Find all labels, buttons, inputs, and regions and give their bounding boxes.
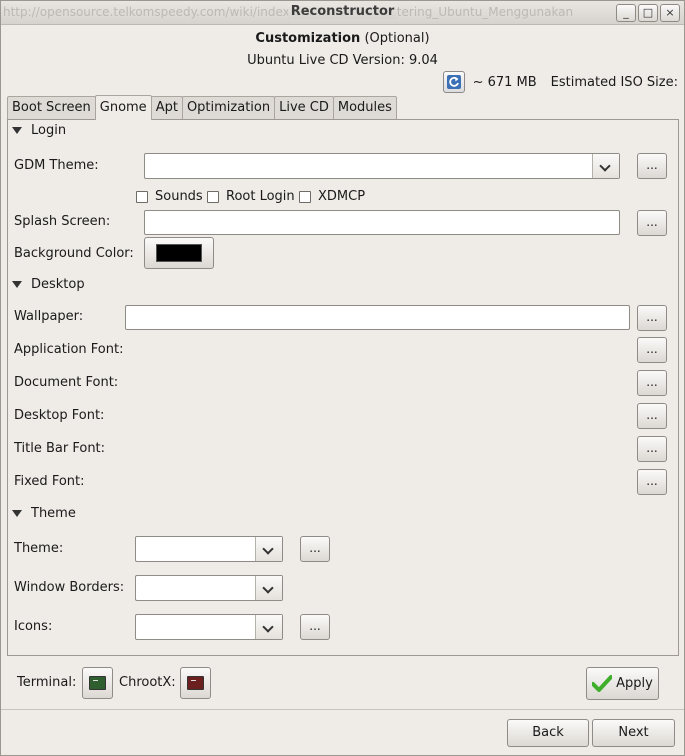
- theme-browse-button[interactable]: ...: [300, 536, 330, 562]
- wallpaper-label: Wallpaper:: [14, 309, 84, 324]
- minimize-button[interactable]: _: [616, 4, 636, 22]
- terminal-button[interactable]: [82, 667, 113, 699]
- tab-optimization[interactable]: Optimization: [181, 96, 276, 120]
- terminal-icon: [89, 676, 106, 690]
- tab-boot-screen[interactable]: Boot Screen: [7, 96, 96, 120]
- theme-combo[interactable]: [135, 536, 283, 562]
- tab-modules[interactable]: Modules: [332, 96, 397, 120]
- xdmcp-checkbox[interactable]: XDMCP: [299, 189, 365, 204]
- window-title: Reconstructor: [1, 4, 684, 19]
- gdm-theme-browse-button[interactable]: ...: [637, 153, 667, 179]
- theme-label: Theme:: [14, 541, 64, 556]
- footer-separator: [1, 709, 684, 710]
- window-borders-combo[interactable]: [135, 575, 283, 601]
- fixed-font-button[interactable]: ...: [637, 469, 667, 495]
- chevron-down-icon[interactable]: [255, 537, 282, 561]
- expander-down-icon: [12, 127, 22, 134]
- title-bar-font-button[interactable]: ...: [637, 436, 667, 462]
- desktop-font-label: Desktop Font:: [14, 408, 105, 423]
- iso-size-label: Estimated ISO Size:: [550, 74, 678, 90]
- tab-bar: Boot Screen Gnome Apt Optimization Live …: [7, 95, 397, 120]
- background-color-label: Background Color:: [14, 246, 134, 261]
- back-button[interactable]: Back: [507, 719, 589, 747]
- sounds-checkbox[interactable]: Sounds: [136, 189, 203, 204]
- application-font-label: Application Font:: [14, 342, 124, 357]
- login-section-header[interactable]: Login: [12, 123, 66, 138]
- splash-screen-label: Splash Screen:: [14, 214, 111, 229]
- document-font-button[interactable]: ...: [637, 370, 667, 396]
- wallpaper-browse-button[interactable]: ...: [637, 305, 667, 331]
- version-line: Ubuntu Live CD Version: 9.04: [247, 53, 438, 68]
- fixed-font-label: Fixed Font:: [14, 474, 85, 489]
- checkbox-box[interactable]: [299, 190, 311, 203]
- icons-browse-button[interactable]: ...: [300, 614, 330, 640]
- checkmark-icon: [592, 674, 613, 692]
- iso-size-row: ~ 671 MB Estimated ISO Size:: [442, 71, 678, 93]
- tab-apt[interactable]: Apt: [150, 96, 183, 120]
- tab-gnome[interactable]: Gnome: [94, 95, 152, 120]
- expander-down-icon: [12, 281, 22, 288]
- terminal-label: Terminal:: [17, 675, 77, 690]
- gdm-theme-label: GDM Theme:: [14, 158, 99, 173]
- refresh-icon: [446, 75, 461, 89]
- background-color-button[interactable]: [144, 237, 214, 269]
- title-bar-font-label: Title Bar Font:: [14, 441, 106, 456]
- chevron-down-icon[interactable]: [255, 576, 282, 600]
- tab-live-cd[interactable]: Live CD: [274, 96, 334, 120]
- maximize-button[interactable]: □: [638, 4, 658, 22]
- desktop-font-button[interactable]: ...: [637, 403, 667, 429]
- window-borders-label: Window Borders:: [14, 580, 125, 595]
- expander-down-icon: [12, 510, 22, 517]
- desktop-section-header[interactable]: Desktop: [12, 277, 85, 292]
- checkbox-box[interactable]: [207, 190, 219, 203]
- reconstructor-window: http://opensource.telkomspeedy.com/wiki/…: [0, 0, 685, 756]
- wallpaper-input[interactable]: [125, 305, 630, 330]
- chevron-down-icon[interactable]: [592, 154, 619, 178]
- chrootx-label: ChrootX:: [119, 675, 176, 690]
- application-font-button[interactable]: ...: [637, 337, 667, 363]
- chrootx-terminal-icon: [187, 676, 204, 690]
- splash-screen-browse-button[interactable]: ...: [637, 210, 667, 236]
- iso-size-value: ~ 671 MB: [472, 74, 537, 90]
- icons-combo[interactable]: [135, 614, 283, 640]
- page-title: Customization (Optional): [255, 31, 430, 46]
- color-swatch: [156, 244, 202, 262]
- chevron-down-icon[interactable]: [255, 615, 282, 639]
- theme-section-header[interactable]: Theme: [12, 506, 76, 521]
- chrootx-button[interactable]: [180, 667, 211, 699]
- apply-button[interactable]: Apply: [586, 667, 659, 700]
- refresh-size-button[interactable]: [442, 71, 465, 93]
- icons-label: Icons:: [14, 619, 53, 634]
- next-button[interactable]: Next: [592, 719, 675, 747]
- gdm-theme-combo[interactable]: [144, 153, 620, 179]
- checkbox-box[interactable]: [136, 190, 148, 203]
- document-font-label: Document Font:: [14, 375, 119, 390]
- root-login-checkbox[interactable]: Root Login: [207, 189, 295, 204]
- title-bar[interactable]: http://opensource.telkomspeedy.com/wiki/…: [1, 1, 684, 25]
- splash-screen-input[interactable]: [144, 210, 620, 235]
- close-button[interactable]: ×: [660, 4, 680, 22]
